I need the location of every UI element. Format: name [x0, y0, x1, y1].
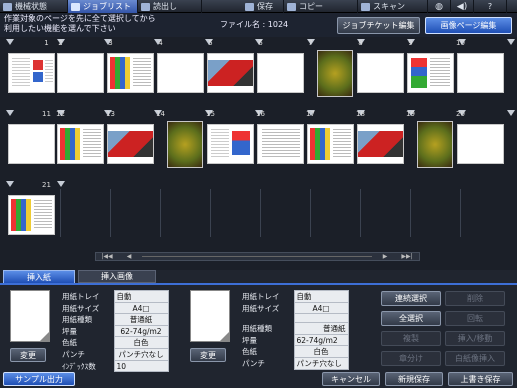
- chapter-button[interactable]: 章分け: [381, 351, 441, 366]
- image-page-edit-button[interactable]: 画像ページ編集: [425, 17, 512, 34]
- read-icon: [141, 2, 150, 11]
- insert-marker[interactable]: [6, 181, 14, 187]
- tab-save[interactable]: 保存: [202, 0, 284, 13]
- insert-marker[interactable]: [507, 110, 515, 116]
- speaker-icon: ◀): [456, 1, 468, 12]
- cancel-button[interactable]: キャンセル: [322, 372, 380, 386]
- scroll-prev-button[interactable]: ◀: [120, 253, 138, 260]
- insert-paper-table: 用紙トレイ 自動 用紙サイズ A4□ 用紙種類 普通紙 坪量 62-74g/m2 色紙白…: [60, 290, 169, 372]
- insert-paper-change-button[interactable]: 変更: [10, 348, 46, 362]
- tab-insert-image[interactable]: 挿入画像: [78, 270, 156, 283]
- select-all-button[interactable]: 全選択: [381, 311, 441, 326]
- save-icon: [245, 2, 254, 11]
- insert-marker[interactable]: [6, 39, 14, 45]
- tab-network[interactable]: ◍: [428, 0, 451, 13]
- insert-marker[interactable]: [6, 110, 14, 116]
- top-tab-bar: 機械状態 ジョブリスト 読出し 保存 コピー スキャン ◍ ◀) ?: [0, 0, 517, 13]
- tab-help[interactable]: ?: [474, 0, 507, 13]
- new-save-button[interactable]: 新規保存: [385, 372, 443, 386]
- page-fold-icon: [220, 332, 229, 341]
- scroll-last-button[interactable]: ▶▶|: [398, 253, 416, 260]
- job-ticket-edit-button[interactable]: ジョブチケット編集: [337, 17, 420, 34]
- page-grid: 1 2 3 4 5 6 7 8 9 10 11 12 13 14 15 16 1…: [0, 37, 517, 245]
- insert-marker[interactable]: [507, 39, 515, 45]
- copy-icon: [287, 2, 296, 11]
- page-row-1: 1 2 3 4 5 6 7 8 9 10: [0, 39, 517, 103]
- tab-volume[interactable]: ◀): [451, 0, 474, 13]
- insert-image-table: 用紙トレイ 自動 用紙サイズ A4□ 用紙種類 普通紙 坪量 62-74g/m2 色紙白…: [240, 290, 349, 370]
- globe-icon: ◍: [435, 1, 443, 12]
- scroll-next-button[interactable]: ▶: [376, 253, 394, 260]
- tab-job-list[interactable]: ジョブリスト: [68, 0, 138, 13]
- page-scrollbar[interactable]: |◀◀ ◀ ▶ ▶▶|: [95, 252, 420, 261]
- insert-image-change-button[interactable]: 変更: [190, 348, 226, 362]
- scroll-first-button[interactable]: |◀◀: [98, 253, 116, 260]
- continuous-select-button[interactable]: 連続選択: [381, 291, 441, 306]
- insert-move-button[interactable]: 挿入/移動: [445, 331, 505, 346]
- help-icon: ?: [487, 2, 493, 11]
- scan-icon: [361, 2, 370, 11]
- page-fold-icon: [40, 332, 49, 341]
- tab-scan[interactable]: スキャン: [358, 0, 428, 13]
- tab-insert-paper[interactable]: 挿入紙: [3, 270, 75, 283]
- tab-machine-status[interactable]: 機械状態: [0, 0, 68, 13]
- delete-button[interactable]: 削除: [445, 291, 505, 306]
- overwrite-save-button[interactable]: 上書き保存: [448, 372, 513, 386]
- instruction-text: 作業対象のページを先に全て選択してから 利用したい機能を選んで下さい: [4, 14, 156, 33]
- scroll-track[interactable]: [142, 256, 372, 257]
- insert-paper-thumbnail: [10, 290, 50, 342]
- page-row-3: 21: [0, 181, 517, 245]
- tab-copy[interactable]: コピー: [284, 0, 358, 13]
- sample-output-button[interactable]: サンプル出力: [3, 372, 75, 386]
- rotate-button[interactable]: 回転: [445, 311, 505, 326]
- page-row-2: 11 12 13 14 15 16 17 18 19 20: [0, 110, 517, 174]
- insert-image-thumbnail: [190, 290, 230, 342]
- machine-icon: [3, 2, 12, 11]
- blank-insert-button[interactable]: 白紙像挿入: [445, 351, 505, 366]
- tab-read[interactable]: 読出し: [138, 0, 202, 13]
- duplicate-button[interactable]: 複製: [381, 331, 441, 346]
- file-name: ファイル名 : 1024: [220, 20, 289, 29]
- job-list-icon: [71, 2, 80, 11]
